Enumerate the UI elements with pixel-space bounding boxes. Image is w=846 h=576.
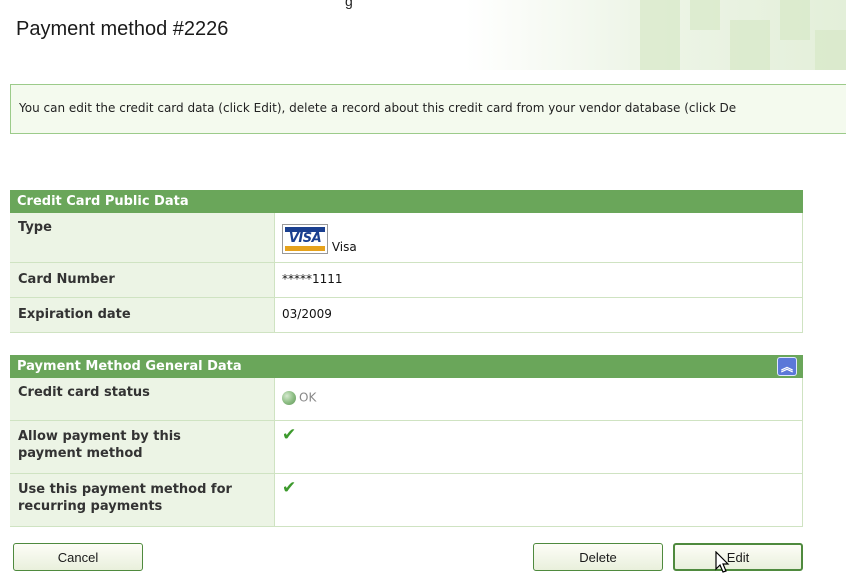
allow-payment-label: Allow payment by this payment method: [10, 421, 274, 473]
recurring-payments-label: Use this payment method for recurring pa…: [10, 474, 274, 526]
checkmark-icon: ✔: [282, 425, 297, 445]
payment-method-general-data-panel: Payment Method General Data ︽ Credit car…: [10, 355, 803, 527]
top-cut-off-text: g: [345, 0, 353, 9]
panel-header-title: Payment Method General Data: [17, 359, 242, 374]
card-type-text: Visa: [331, 240, 357, 254]
green-status-dot-icon: [282, 390, 296, 405]
delete-button[interactable]: Delete: [533, 543, 663, 571]
card-number-row: Card Number *****1111: [10, 263, 803, 298]
visa-logo-icon: VISA: [282, 224, 328, 254]
credit-card-public-data-panel: Credit Card Public Data Type VISA Visa C…: [10, 190, 803, 333]
expiration-value: 03/2009: [274, 298, 803, 332]
edit-button[interactable]: Edit: [673, 543, 803, 571]
double-chevron-up-icon[interactable]: ︽: [777, 357, 797, 376]
card-number-label: Card Number: [10, 263, 274, 297]
card-status-label: Credit card status: [10, 378, 274, 420]
panel-header: Payment Method General Data ︽: [10, 355, 803, 378]
recurring-payments-value: ✔: [274, 474, 803, 526]
notice-text: You can edit the credit card data (click…: [19, 101, 737, 115]
type-row: Type VISA Visa: [10, 213, 803, 263]
card-status-value: OK: [274, 378, 803, 420]
card-status-row: Credit card status OK: [10, 378, 803, 421]
status-text: OK: [299, 390, 317, 405]
allow-payment-value: ✔: [274, 421, 803, 473]
card-number-value: *****1111: [274, 263, 803, 297]
type-label: Type: [10, 213, 274, 262]
checkmark-icon: ✔: [282, 478, 297, 498]
page-title: Payment method #2226: [16, 18, 229, 40]
mouse-pointer-icon: [715, 551, 730, 573]
info-notice: You can edit the credit card data (click…: [10, 84, 846, 134]
panel-header: Credit Card Public Data: [10, 190, 803, 213]
cancel-button[interactable]: Cancel: [13, 543, 143, 571]
allow-payment-row: Allow payment by this payment method ✔: [10, 421, 803, 474]
recurring-payments-row: Use this payment method for recurring pa…: [10, 474, 803, 527]
expiration-label: Expiration date: [10, 298, 274, 332]
type-value: VISA Visa: [274, 213, 803, 262]
expiration-row: Expiration date 03/2009: [10, 298, 803, 333]
